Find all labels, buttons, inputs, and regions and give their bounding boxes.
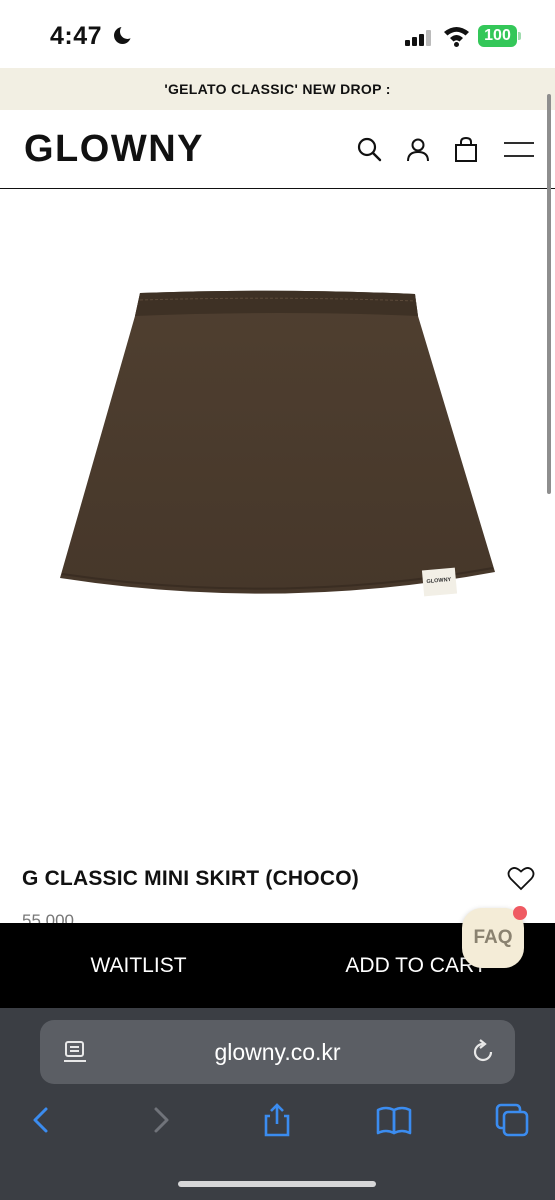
product-price: 55,000 [22,911,74,923]
moon-icon [114,24,135,44]
bag-icon[interactable] [450,134,482,166]
product-title: G CLASSIC MINI SKIRT (CHOCO) [22,867,359,890]
address-bar[interactable]: glowny.co.kr [40,1020,515,1084]
url-text: glowny.co.kr [214,1039,341,1065]
status-time: 4:47 [50,22,103,50]
home-indicator [178,1181,376,1187]
browser-toolbar: glowny.co.kr [0,1008,555,1200]
back-icon[interactable] [23,1102,59,1138]
wishlist-heart-icon[interactable] [507,866,535,892]
forward-icon[interactable] [143,1102,179,1138]
share-icon[interactable] [259,1102,295,1138]
bookmarks-icon[interactable] [376,1102,412,1138]
account-icon[interactable] [402,134,434,166]
status-bar: 4:47 100 [0,0,555,68]
brand-logo[interactable]: GLOWNY [24,128,204,171]
wifi-icon [444,27,469,47]
search-icon[interactable] [354,134,386,166]
skirt-label-tag: GLOWNY [421,567,458,597]
waitlist-button[interactable]: WAITLIST [0,923,277,1008]
tabs-icon[interactable] [494,1102,530,1138]
menu-icon[interactable] [502,134,536,166]
product-image[interactable]: GLOWNY [0,190,555,840]
reload-icon[interactable] [469,1038,497,1066]
notification-dot [513,906,527,920]
cellular-signal-icon [405,30,433,46]
site-header: GLOWNY [0,110,555,189]
promo-text: 'GELATO CLASSIC' NEW DROP : [164,81,391,97]
faq-label: FAQ [473,927,513,948]
battery-indicator: 100 [478,25,521,47]
faq-button[interactable]: FAQ [462,906,527,968]
promo-banner[interactable]: 'GELATO CLASSIC' NEW DROP : [0,68,555,110]
